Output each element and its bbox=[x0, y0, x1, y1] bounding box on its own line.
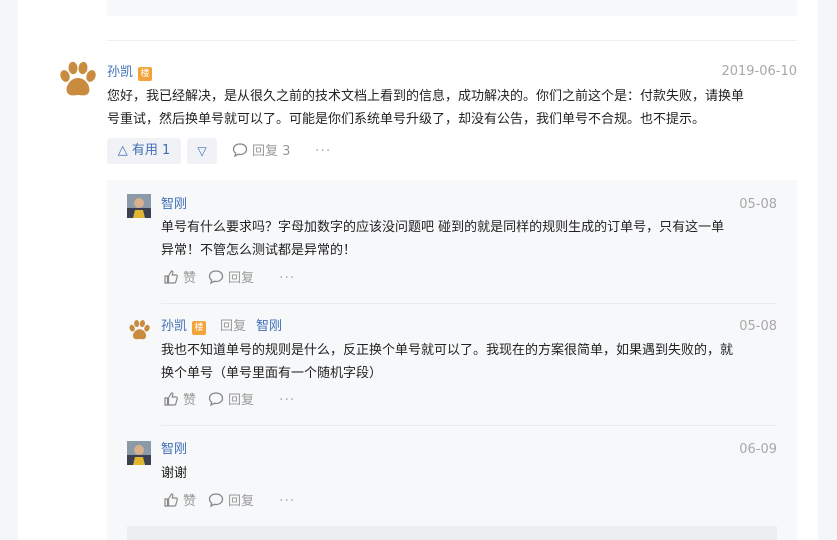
thumbs-up-icon bbox=[164, 392, 178, 406]
reply-button[interactable]: 回复 bbox=[208, 269, 254, 288]
comment-author[interactable]: 孙凯 bbox=[107, 65, 133, 81]
reply-button[interactable]: 回复 bbox=[208, 492, 254, 511]
reply-label: 回复 bbox=[228, 393, 255, 408]
user-avatar-icon[interactable] bbox=[127, 194, 151, 218]
reply-author[interactable]: 孙凯 bbox=[161, 319, 187, 335]
reply-date: 05-08 bbox=[739, 319, 777, 334]
reply-button[interactable]: 回复 bbox=[208, 391, 254, 410]
reply-date: 05-08 bbox=[739, 197, 777, 212]
reply-button[interactable]: 回复 3 bbox=[232, 142, 290, 161]
floor-owner-badge: 楼 bbox=[138, 67, 152, 81]
not-useful-button[interactable]: ▽ bbox=[187, 138, 217, 164]
user-avatar-icon[interactable] bbox=[127, 441, 151, 465]
reply-author[interactable]: 智刚 bbox=[161, 442, 187, 458]
comment-divider bbox=[107, 40, 797, 41]
useful-button[interactable]: △ 有用 1 bbox=[107, 138, 181, 164]
reply-label: 回复 bbox=[228, 271, 255, 286]
like-button[interactable]: 赞 bbox=[163, 492, 196, 511]
comment-bubble-icon bbox=[232, 143, 248, 158]
reply-date: 06-09 bbox=[739, 442, 777, 457]
comment-bubble-icon bbox=[208, 493, 224, 508]
reply-text-line-1: 我也不知道单号的规则是什么，反正换个单号就可以了。我现在的方案很简单，如果遇到失… bbox=[161, 343, 734, 358]
reply-divider bbox=[161, 303, 776, 304]
comment-text-line-1: 您好，我已经解决，是从很久之前的技术文档上看到的信息，成功解决的。你们之前这个是… bbox=[107, 89, 745, 104]
reply-to-user[interactable]: 智刚 bbox=[256, 319, 282, 335]
reply-text-line-1: 单号有什么要求吗？字母加数字的应该没问题吧 碰到的就是同样的规则生成的订单号，只… bbox=[161, 220, 725, 235]
reply-text-line-2: 异常！不管怎么测试都是异常的！ bbox=[161, 243, 357, 258]
floor-owner-badge: 楼 bbox=[192, 321, 206, 335]
reply-label: 回复 bbox=[228, 494, 255, 509]
like-label: 赞 bbox=[183, 393, 197, 408]
more-options-icon[interactable]: ··· bbox=[315, 142, 331, 160]
thumbs-up-icon bbox=[164, 270, 178, 284]
reply-text-line-1: 谢谢 bbox=[161, 466, 188, 481]
reply-text-line-2: 换个单号（单号里面有一个随机字段） bbox=[161, 366, 383, 381]
comment-date: 2019-06-10 bbox=[721, 64, 797, 79]
reply-to-label: 回复 bbox=[220, 319, 247, 334]
paw-avatar-icon[interactable] bbox=[127, 319, 151, 343]
previous-reply-box bbox=[107, 0, 797, 16]
thumbs-up-icon bbox=[164, 493, 178, 507]
comment-bubble-icon bbox=[208, 392, 224, 407]
like-label: 赞 bbox=[183, 494, 197, 509]
comment-bubble-icon bbox=[208, 270, 224, 285]
more-options-icon[interactable]: ··· bbox=[279, 391, 295, 409]
comment-text-line-2: 号重试，然后换单号就可以了。可能是你们系统单号升级了，却没有公告，我们单号不合规… bbox=[107, 112, 706, 127]
like-button[interactable]: 赞 bbox=[163, 269, 196, 288]
reply-author[interactable]: 智刚 bbox=[161, 197, 187, 213]
reply-divider bbox=[161, 425, 776, 426]
like-button[interactable]: 赞 bbox=[163, 391, 196, 410]
paw-avatar-icon[interactable] bbox=[56, 60, 98, 102]
more-options-icon[interactable]: ··· bbox=[279, 492, 295, 510]
reply-count-label: 回复 3 bbox=[252, 144, 291, 159]
like-label: 赞 bbox=[183, 271, 197, 286]
more-options-icon[interactable]: ··· bbox=[279, 269, 295, 287]
reply-input-box[interactable] bbox=[127, 526, 777, 540]
